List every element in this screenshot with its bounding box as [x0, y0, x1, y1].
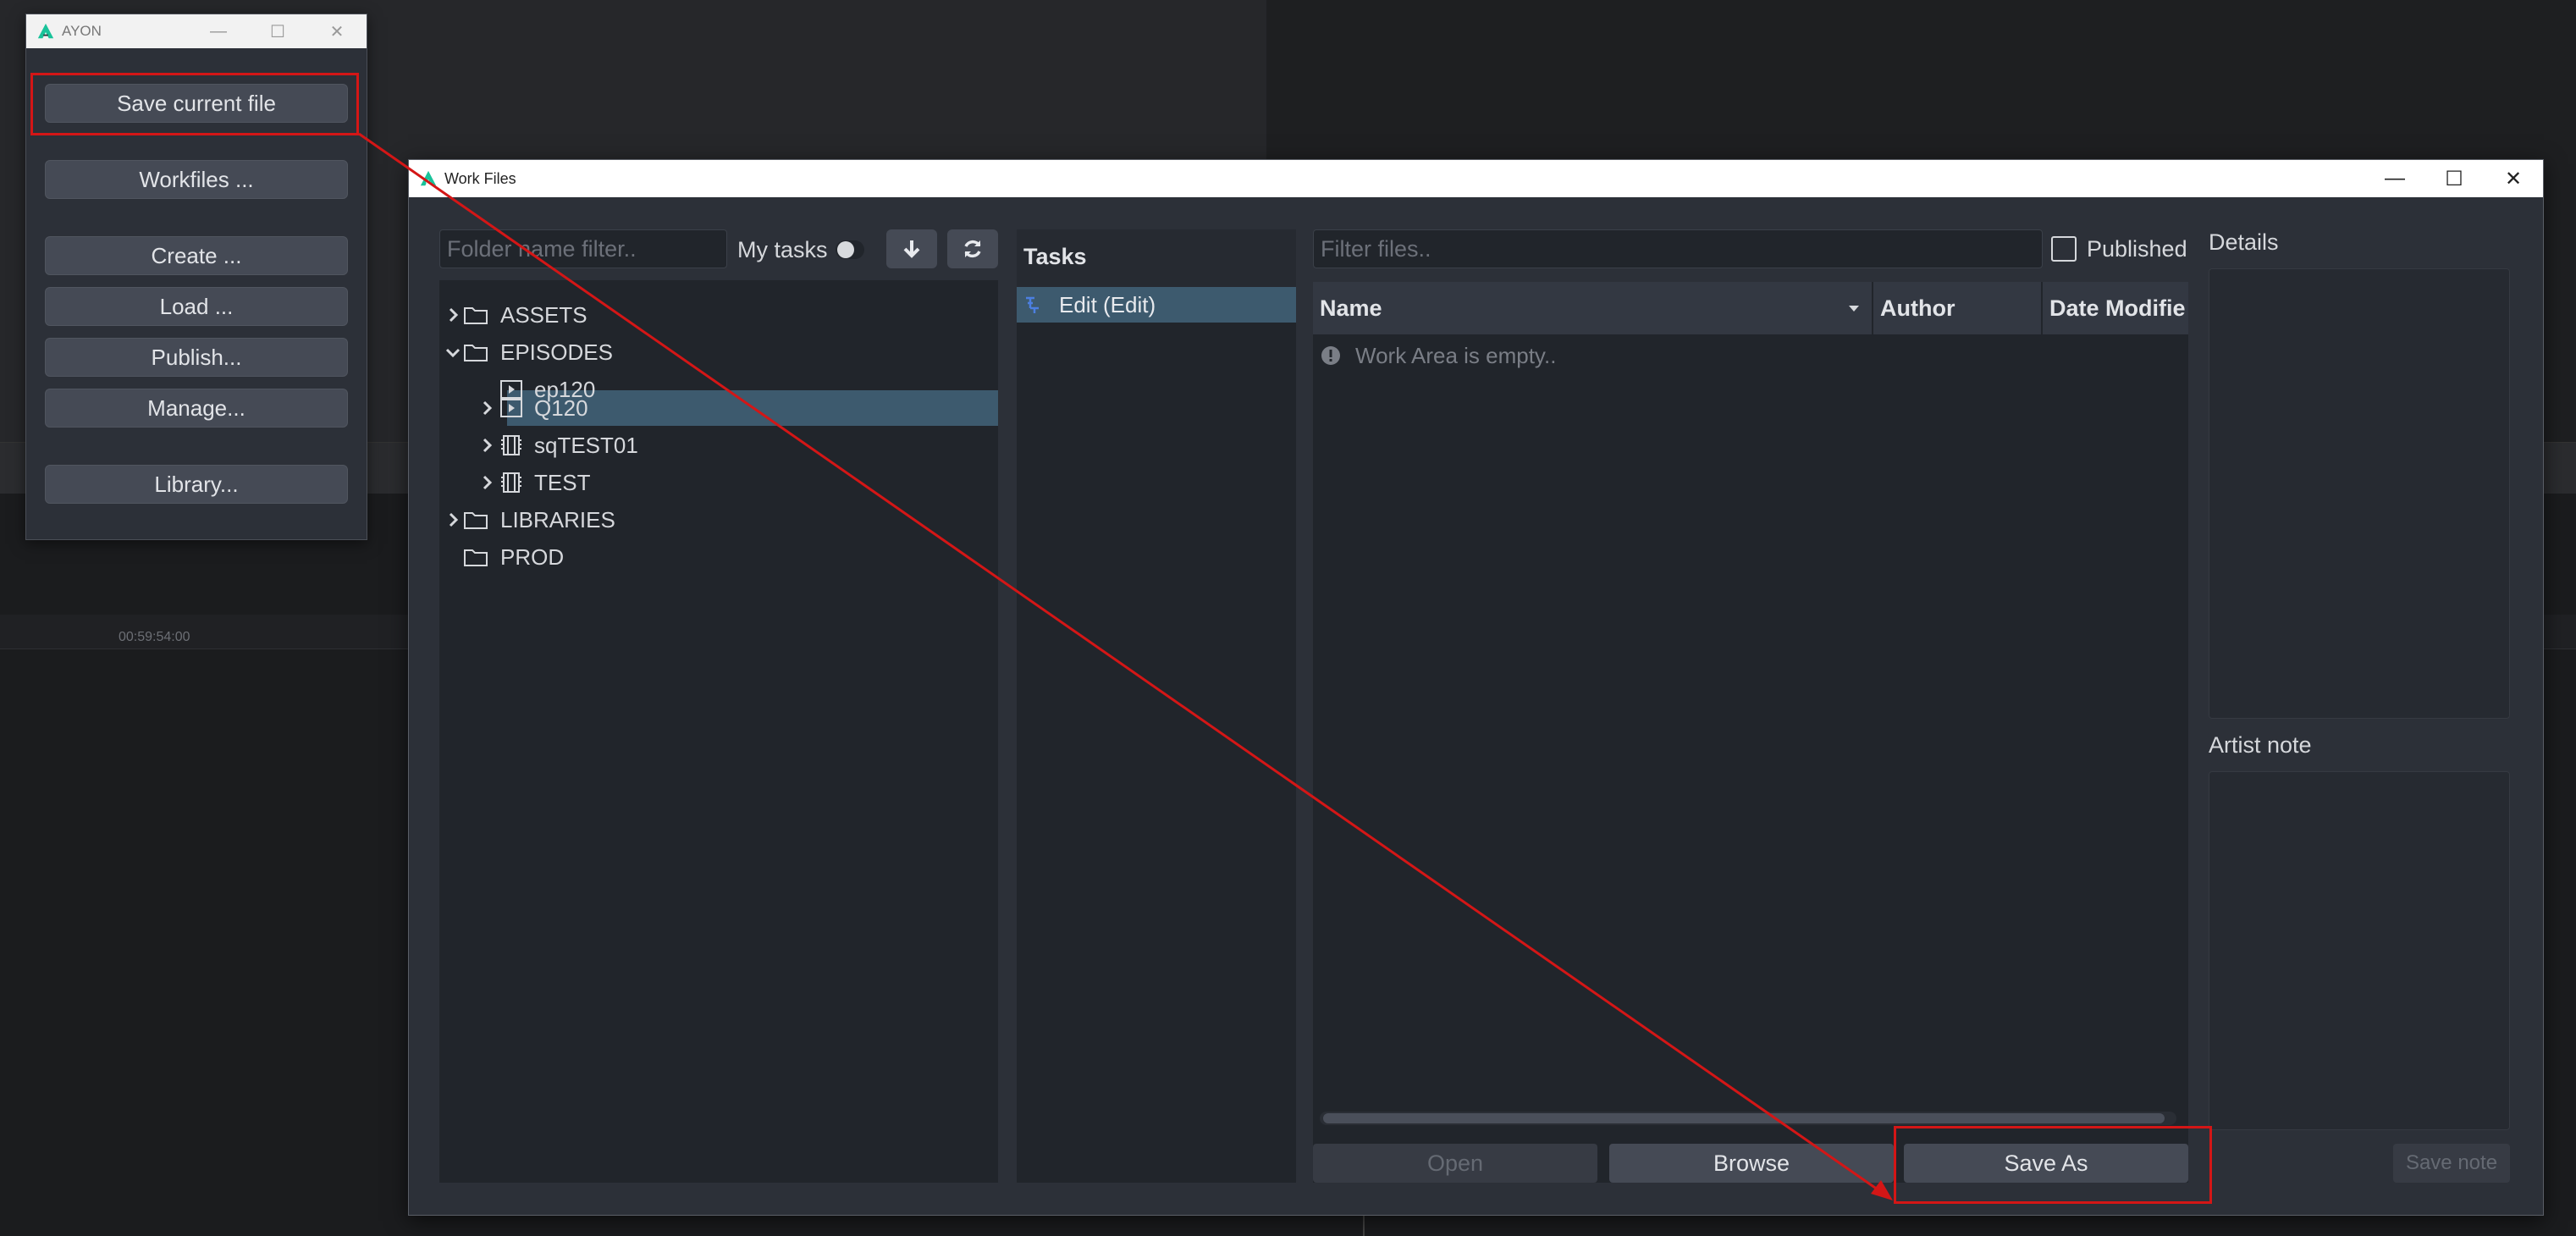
- tasks-list: [1017, 287, 1296, 1183]
- tree-item-test[interactable]: TEST: [443, 465, 993, 500]
- tree-item-episodes[interactable]: EPISODES: [443, 334, 993, 370]
- tree-item-label: PROD: [500, 544, 565, 570]
- sort-down-icon: [1849, 306, 1859, 312]
- chevron-right-icon[interactable]: [477, 472, 497, 493]
- files-table: [1313, 282, 2188, 1183]
- tree-item-assets[interactable]: ASSETS: [443, 297, 993, 333]
- close-icon[interactable]: ✕: [307, 14, 367, 48]
- column-header-name[interactable]: Name: [1313, 282, 1872, 334]
- folder-icon: [464, 549, 488, 566]
- close-icon[interactable]: ✕: [2484, 160, 2543, 197]
- library-button[interactable]: Library...: [45, 465, 348, 504]
- maximize-icon[interactable]: ☐: [2424, 160, 2484, 197]
- folder-icon: [464, 512, 488, 529]
- annotation-highlight-save-current-file: [30, 73, 359, 135]
- manage-button[interactable]: Manage...: [45, 389, 348, 428]
- tree-item-label: ASSETS: [500, 301, 587, 328]
- task-item-edit[interactable]: Edit (Edit): [1017, 287, 1296, 323]
- details-label: Details: [2209, 229, 2279, 255]
- ayon-window-title: AYON: [62, 23, 102, 39]
- ayon-logo-icon: [420, 170, 437, 186]
- tree-item-label: sqTEST01: [534, 432, 638, 458]
- edit-task-icon: [1026, 296, 1039, 313]
- publish-button[interactable]: Publish...: [45, 338, 348, 377]
- tree-item-label: TEST: [534, 469, 591, 495]
- published-checkbox[interactable]: [2051, 236, 2077, 262]
- load-button[interactable]: Load ...: [45, 287, 348, 326]
- published-label: Published: [2087, 236, 2187, 262]
- tasks-header: Tasks: [1023, 244, 1087, 269]
- chevron-right-icon[interactable]: [443, 510, 463, 530]
- minimize-icon[interactable]: —: [2365, 160, 2424, 197]
- chevron-right-icon[interactable]: [477, 398, 497, 418]
- episode-icon: [500, 399, 522, 417]
- tree-item-label: LIBRARIES: [500, 506, 615, 532]
- my-tasks-toggle[interactable]: [836, 240, 864, 259]
- column-author-label: Author: [1880, 295, 1955, 321]
- warning-icon: [1321, 346, 1340, 365]
- open-button[interactable]: Open: [1313, 1144, 1597, 1183]
- refresh-icon[interactable]: [947, 229, 998, 268]
- chevron-right-icon[interactable]: [443, 305, 463, 325]
- folder-name-filter-input[interactable]: [439, 229, 727, 268]
- my-tasks-label: My tasks: [737, 237, 828, 262]
- tree-item-sqtest01[interactable]: sqTEST01: [443, 428, 993, 463]
- tree-item-prod[interactable]: PROD: [443, 539, 993, 575]
- workfiles-window: Work Files — ☐ ✕ My tasks ASSETS EPISODE…: [408, 159, 2544, 1216]
- details-panel: [2209, 268, 2510, 719]
- filter-files-input[interactable]: [1313, 229, 2043, 268]
- maximize-icon[interactable]: ☐: [248, 14, 307, 48]
- ayon-titlebar[interactable]: AYON — ☐ ✕: [26, 14, 367, 48]
- browse-button[interactable]: Browse: [1609, 1144, 1894, 1183]
- work-area-empty-message: Work Area is empty..: [1355, 343, 1557, 368]
- folder-icon: [464, 345, 488, 361]
- task-item-label: Edit (Edit): [1059, 292, 1156, 317]
- tree-item-libraries[interactable]: LIBRARIES: [443, 502, 993, 538]
- column-header-date-modified[interactable]: Date Modifie: [2043, 282, 2188, 334]
- workfiles-titlebar[interactable]: Work Files — ☐ ✕: [409, 160, 2543, 197]
- download-arrow-icon[interactable]: [886, 229, 937, 268]
- create-button[interactable]: Create ...: [45, 236, 348, 275]
- workfiles-window-title: Work Files: [444, 169, 516, 187]
- ayon-logo-icon: [37, 23, 54, 39]
- scrollbar-thumb[interactable]: [1323, 1113, 2165, 1123]
- chevron-down-icon[interactable]: [443, 342, 463, 362]
- save-note-button[interactable]: Save note: [2393, 1144, 2510, 1183]
- tree-item-q120[interactable]: Q120: [443, 390, 993, 426]
- workfiles-button[interactable]: Workfiles ...: [45, 160, 348, 199]
- minimize-icon[interactable]: —: [189, 14, 248, 48]
- chevron-right-icon[interactable]: [477, 435, 497, 455]
- annotation-highlight-save-as: [1894, 1126, 2212, 1204]
- folder-icon: [464, 307, 488, 324]
- film-strip-icon: [501, 472, 521, 493]
- film-strip-icon: [501, 435, 521, 455]
- timeline-timecode: 00:59:54:00: [119, 630, 190, 644]
- column-date-label: Date Modifie: [2049, 295, 2186, 321]
- column-name-label: Name: [1320, 295, 1382, 321]
- artist-note-label: Artist note: [2209, 732, 2312, 758]
- tree-item-label: Q120: [534, 395, 588, 421]
- artist-note-textarea[interactable]: [2209, 771, 2510, 1130]
- column-header-author[interactable]: Author: [1873, 282, 2041, 334]
- tree-item-label: EPISODES: [500, 339, 613, 365]
